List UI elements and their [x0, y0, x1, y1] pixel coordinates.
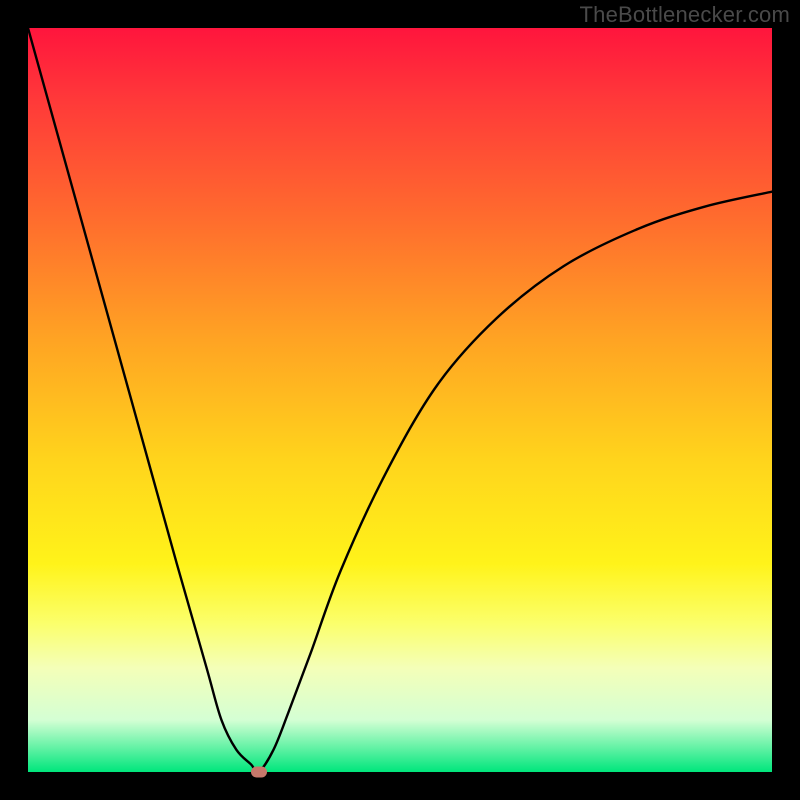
plot-area — [28, 28, 772, 772]
chart-frame: TheBottlenecker.com — [0, 0, 800, 800]
watermark-text: TheBottlenecker.com — [580, 2, 790, 28]
optimal-point-marker — [251, 767, 267, 778]
curve-path — [28, 28, 772, 772]
bottleneck-curve — [28, 28, 772, 772]
